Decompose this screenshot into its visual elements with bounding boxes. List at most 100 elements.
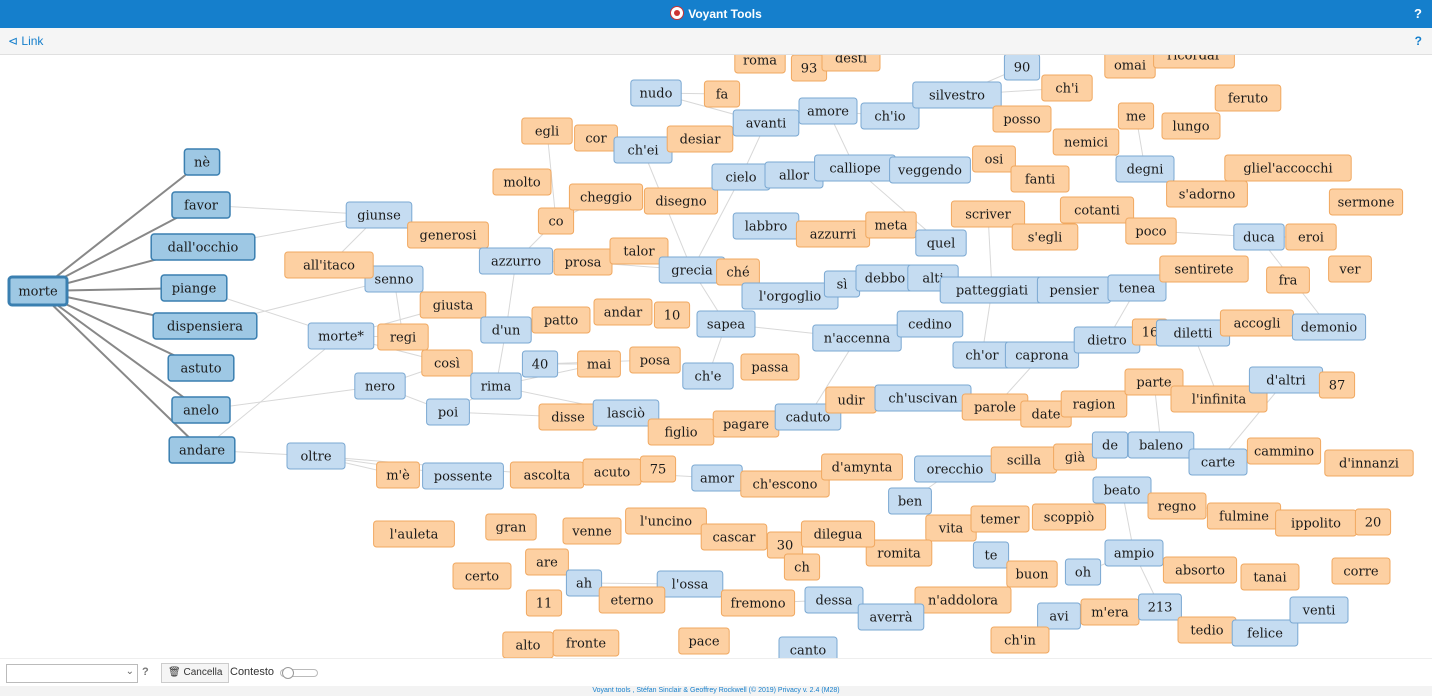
node-ch[interactable]: ch <box>783 553 821 581</box>
node-fremono[interactable]: fremono <box>720 589 796 617</box>
node-avi[interactable]: avi <box>1037 602 1081 630</box>
node-giusta[interactable]: giusta <box>419 291 487 319</box>
node-parole[interactable]: parole <box>961 393 1029 421</box>
node-mai[interactable]: mai <box>577 350 621 378</box>
node-glielaccocchi[interactable]: gliel'accocchi <box>1224 154 1352 182</box>
node-desiar[interactable]: desiar <box>666 125 734 153</box>
node-temer[interactable]: temer <box>970 505 1030 533</box>
node-damynta[interactable]: d'amynta <box>821 453 903 481</box>
node-andare[interactable]: andare <box>168 436 236 464</box>
node-poi[interactable]: poi <box>426 398 470 426</box>
slider-thumb[interactable] <box>282 667 294 679</box>
help-icon[interactable]: ? <box>1414 6 1422 21</box>
node-tenea[interactable]: tenea <box>1107 274 1167 302</box>
node-absorto[interactable]: absorto <box>1162 556 1238 584</box>
graph-svg[interactable]: morte nè favor dall'occhio piange dispensiera… <box>0 55 1432 658</box>
node-lauleta[interactable]: l'auleta <box>373 520 455 548</box>
node-naccenna[interactable]: n'accenna <box>812 324 902 352</box>
node-ascolta[interactable]: ascolta <box>509 461 585 489</box>
node-che[interactable]: ché <box>716 258 760 286</box>
node-quel[interactable]: quel <box>915 229 967 257</box>
node-mera[interactable]: m'era <box>1080 598 1140 626</box>
node-buon[interactable]: buon <box>1006 560 1058 588</box>
node-figlio[interactable]: figlio <box>647 418 715 446</box>
node-certo[interactable]: certo <box>452 562 512 590</box>
node-prosa[interactable]: prosa <box>553 248 613 276</box>
node-felice[interactable]: felice <box>1231 619 1299 647</box>
node-chin[interactable]: ch'in <box>990 626 1050 654</box>
node-gia[interactable]: già <box>1053 443 1097 471</box>
node-nero[interactable]: nero <box>354 372 406 400</box>
node-mee[interactable]: m'è <box>376 461 420 489</box>
node-posso[interactable]: posso <box>992 105 1052 133</box>
node-silvestro[interactable]: silvestro <box>912 81 1002 109</box>
node-eroi[interactable]: eroi <box>1285 223 1337 251</box>
node-scoppio[interactable]: scoppiò <box>1031 503 1107 531</box>
node-orecchio[interactable]: orecchio <box>914 455 996 483</box>
node-allitaco[interactable]: all'itaco <box>284 251 374 279</box>
node-eterno[interactable]: eterno <box>598 586 666 614</box>
node-oh[interactable]: oh <box>1064 558 1102 586</box>
node-duca[interactable]: duca <box>1233 223 1285 251</box>
node-labbro[interactable]: labbro <box>732 212 800 240</box>
node-dessa[interactable]: dessa <box>804 586 864 614</box>
node-desti[interactable]: desti <box>821 55 881 72</box>
node-de[interactable]: de <box>1091 431 1129 459</box>
node-giunse[interactable]: giunse <box>345 201 413 229</box>
combo-help-icon[interactable]: ? <box>142 666 149 678</box>
node-tanai[interactable]: tanai <box>1240 563 1300 591</box>
node-chescono[interactable]: ch'escono <box>740 470 830 498</box>
node-dinnanzi[interactable]: d'innanzi <box>1324 449 1414 477</box>
node-romita[interactable]: romita <box>865 539 933 567</box>
node-n87[interactable]: 87 <box>1318 371 1356 399</box>
node-degni[interactable]: degni <box>1115 155 1175 183</box>
node-vita[interactable]: vita <box>925 514 977 542</box>
node-piange[interactable]: piange <box>160 274 228 302</box>
node-osi[interactable]: osi <box>972 145 1016 173</box>
node-pagare[interactable]: pagare <box>712 410 780 438</box>
chevron-down-icon[interactable]: ⌄ <box>126 666 134 677</box>
node-regi[interactable]: regi <box>377 323 429 351</box>
node-n75[interactable]: 75 <box>639 455 677 483</box>
node-lossa[interactable]: l'ossa <box>656 570 724 598</box>
node-calliope[interactable]: calliope <box>814 154 896 182</box>
node-fronte[interactable]: fronte <box>552 629 620 657</box>
node-veggendo[interactable]: veggendo <box>889 156 971 184</box>
node-daltri[interactable]: d'altri <box>1248 366 1324 394</box>
node-avanti[interactable]: avanti <box>732 109 800 137</box>
node-morte2[interactable]: morte* <box>307 322 375 350</box>
node-luncino[interactable]: l'uncino <box>625 507 707 535</box>
node-cotanti[interactable]: cotanti <box>1059 196 1135 224</box>
node-gran[interactable]: gran <box>485 513 537 541</box>
node-egli[interactable]: egli <box>521 117 573 145</box>
node-chor[interactable]: ch'or <box>952 341 1012 369</box>
node-nemici[interactable]: nemici <box>1052 128 1120 156</box>
node-sermone[interactable]: sermone <box>1328 188 1404 216</box>
node-ver[interactable]: ver <box>1328 255 1372 283</box>
node-patteggiati[interactable]: patteggiati <box>939 276 1045 304</box>
node-chi[interactable]: ch'i <box>1041 74 1093 102</box>
node-alto[interactable]: alto <box>502 631 554 658</box>
node-chei[interactable]: ch'ei <box>613 136 673 164</box>
node-venti[interactable]: venti <box>1289 596 1349 624</box>
node-possente[interactable]: possente <box>422 462 504 490</box>
node-tedio[interactable]: tedio <box>1177 616 1237 644</box>
context-slider[interactable] <box>280 667 318 679</box>
node-morte[interactable]: morte <box>7 275 69 307</box>
term-combo[interactable]: ⌄ <box>6 664 138 683</box>
node-che2[interactable]: ch'e <box>682 362 734 390</box>
node-ricordar[interactable]: ricordar <box>1153 55 1235 69</box>
node-ah[interactable]: ah <box>565 569 603 597</box>
node-dispensiera[interactable]: dispensiera <box>152 312 258 340</box>
node-azzurro[interactable]: azzurro <box>478 247 554 275</box>
node-n40[interactable]: 40 <box>521 350 559 378</box>
node-amor[interactable]: amor <box>691 464 743 492</box>
node-acuto[interactable]: acuto <box>582 458 642 486</box>
node-senno[interactable]: senno <box>364 265 424 293</box>
node-beato[interactable]: beato <box>1092 476 1152 504</box>
node-cammino[interactable]: cammino <box>1246 437 1322 465</box>
node-pensier[interactable]: pensier <box>1036 276 1112 304</box>
node-poco[interactable]: poco <box>1125 217 1177 245</box>
node-sapea[interactable]: sapea <box>696 310 756 338</box>
node-are[interactable]: are <box>525 548 569 576</box>
